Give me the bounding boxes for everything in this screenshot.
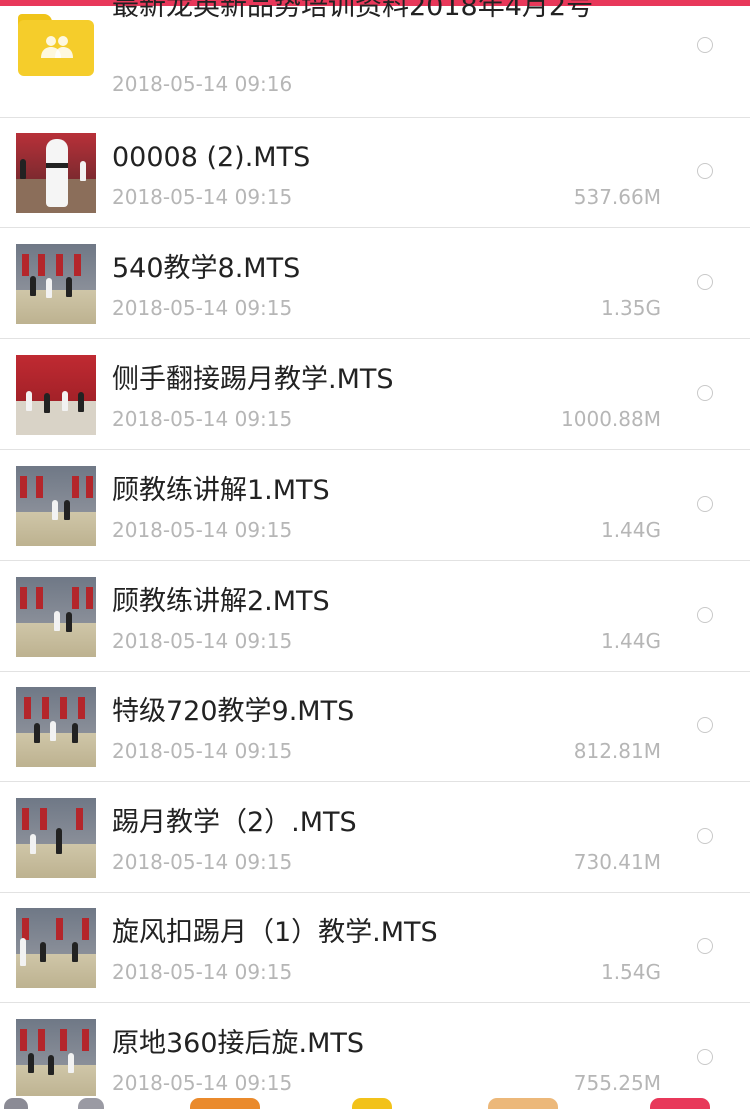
file-size: 1.44G xyxy=(600,629,661,653)
sticker-icon xyxy=(650,1098,710,1109)
folder-date: 2018-05-14 09:16 xyxy=(112,72,293,96)
file-row[interactable]: 540教学8.MTS 2018-05-14 09:15 1.35G xyxy=(0,229,750,339)
select-radio[interactable] xyxy=(697,385,713,401)
file-row[interactable]: 特级720教学9.MTS 2018-05-14 09:15 812.81M xyxy=(0,672,750,782)
file-date: 2018-05-14 09:15 xyxy=(112,518,293,542)
file-name: 侧手翻接踢月教学.MTS xyxy=(112,364,394,395)
select-radio[interactable] xyxy=(697,163,713,179)
video-thumbnail xyxy=(16,1019,96,1099)
file-name: 540教学8.MTS xyxy=(112,253,301,284)
file-row[interactable]: 踢月教学（2）.MTS 2018-05-14 09:15 730.41M xyxy=(0,783,750,893)
video-thumbnail xyxy=(16,798,96,878)
file-size: 812.81M xyxy=(573,739,661,763)
file-size: 1.35G xyxy=(600,296,661,320)
folder-row[interactable]: 最新龙英新品势培训资料2018年4月2号 2018-05-14 09:16 xyxy=(0,0,750,118)
file-date: 2018-05-14 09:15 xyxy=(112,850,293,874)
file-size: 755.25M xyxy=(573,1071,661,1095)
shared-folder-icon xyxy=(18,14,94,76)
video-thumbnail xyxy=(16,244,96,324)
select-radio[interactable] xyxy=(697,1049,713,1065)
file-name: 顾教练讲解2.MTS xyxy=(112,586,330,617)
people-icon xyxy=(41,36,73,58)
file-name: 旋风扣踢月（1）教学.MTS xyxy=(112,917,438,948)
video-thumbnail xyxy=(16,133,96,213)
file-date: 2018-05-14 09:15 xyxy=(112,739,293,763)
file-date: 2018-05-14 09:15 xyxy=(112,185,293,209)
file-row[interactable]: 侧手翻接踢月教学.MTS 2018-05-14 09:15 1000.88M xyxy=(0,340,750,450)
select-radio[interactable] xyxy=(697,496,713,512)
select-radio[interactable] xyxy=(697,37,713,53)
select-radio[interactable] xyxy=(697,717,713,733)
sticker-icon xyxy=(4,1098,28,1109)
video-thumbnail xyxy=(16,466,96,546)
file-date: 2018-05-14 09:15 xyxy=(112,1071,293,1095)
file-name: 特级720教学9.MTS xyxy=(112,696,355,727)
sticker-icon xyxy=(190,1098,260,1109)
file-name: 顾教练讲解1.MTS xyxy=(112,475,330,506)
select-radio[interactable] xyxy=(697,938,713,954)
file-date: 2018-05-14 09:15 xyxy=(112,629,293,653)
video-thumbnail xyxy=(16,355,96,435)
file-date: 2018-05-14 09:15 xyxy=(112,407,293,431)
file-size: 1.44G xyxy=(600,518,661,542)
bottom-sticker-strip xyxy=(0,1096,750,1109)
file-size: 537.66M xyxy=(573,185,661,209)
file-row[interactable]: 00008 (2).MTS 2018-05-14 09:15 537.66M xyxy=(0,118,750,228)
file-name: 原地360接后旋.MTS xyxy=(112,1028,365,1059)
sticker-icon xyxy=(78,1098,104,1109)
sticker-icon xyxy=(488,1098,558,1109)
file-date: 2018-05-14 09:15 xyxy=(112,960,293,984)
select-radio[interactable] xyxy=(697,828,713,844)
video-thumbnail xyxy=(16,908,96,988)
file-name: 踢月教学（2）.MTS xyxy=(112,807,357,838)
select-radio[interactable] xyxy=(697,274,713,290)
sticker-icon xyxy=(352,1098,392,1109)
file-size: 730.41M xyxy=(573,850,661,874)
file-row[interactable]: 顾教练讲解1.MTS 2018-05-14 09:15 1.44G xyxy=(0,451,750,561)
video-thumbnail xyxy=(16,577,96,657)
file-row[interactable]: 顾教练讲解2.MTS 2018-05-14 09:15 1.44G xyxy=(0,562,750,672)
file-row[interactable]: 旋风扣踢月（1）教学.MTS 2018-05-14 09:15 1.54G xyxy=(0,893,750,1003)
file-size: 1.54G xyxy=(600,960,661,984)
file-size: 1000.88M xyxy=(561,407,661,431)
file-name: 00008 (2).MTS xyxy=(112,142,311,173)
folder-name: 最新龙英新品势培训资料2018年4月2号 xyxy=(112,0,594,22)
select-radio[interactable] xyxy=(697,607,713,623)
video-thumbnail xyxy=(16,687,96,767)
file-date: 2018-05-14 09:15 xyxy=(112,296,293,320)
